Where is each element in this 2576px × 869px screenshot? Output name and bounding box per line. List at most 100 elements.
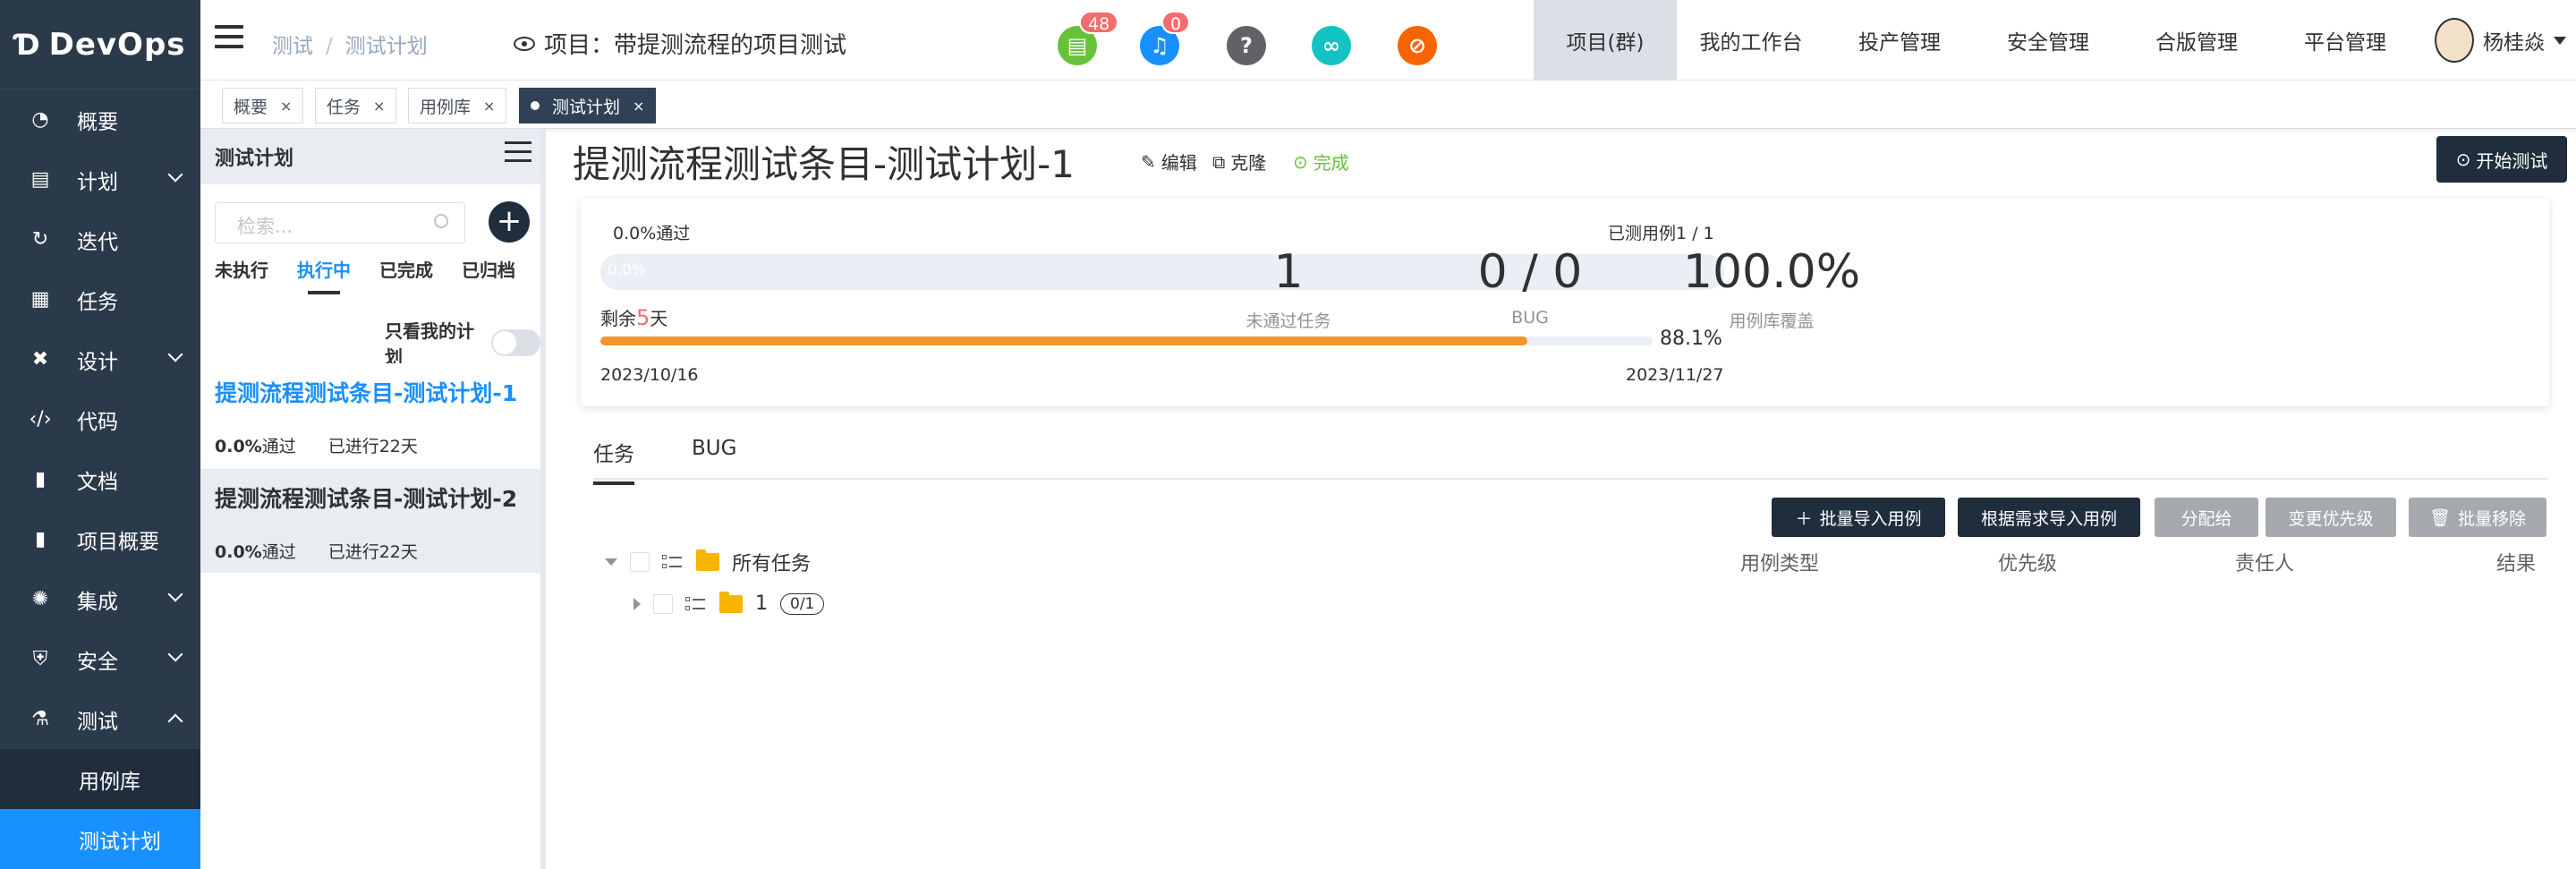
plan-elapsed: 已进行22天: [327, 437, 418, 456]
avatar: [2435, 18, 2474, 63]
menu-icon[interactable]: [505, 141, 531, 168]
add-plan-button[interactable]: +: [489, 201, 530, 243]
design-icon: ✖: [31, 348, 49, 371]
row-checkbox[interactable]: [653, 593, 673, 614]
sidebar-item-label: 任务: [77, 290, 118, 314]
top-nav-item-2[interactable]: 投产管理: [1825, 0, 1974, 81]
plan-status-tabs: 未执行 执行中 已完成 已归档: [215, 256, 515, 294]
plan-tab-1[interactable]: 执行中: [297, 256, 351, 294]
sidebar-item-4[interactable]: ✖ 设计: [0, 329, 200, 389]
edit-label: 编辑: [1160, 152, 1197, 174]
tag-0[interactable]: 概要 ×: [222, 88, 304, 124]
edit-icon: ✎: [1141, 150, 1156, 173]
logo[interactable]: Ɗ DevOps: [0, 0, 200, 89]
clone-label: 克隆: [1230, 152, 1267, 174]
shield-icon: ⛨: [32, 648, 48, 670]
edit-action[interactable]: ✎ 编辑: [1141, 149, 1197, 175]
op-button-label: 变更优先级: [2288, 508, 2374, 529]
close-icon[interactable]: ×: [280, 98, 292, 115]
tree-row-all-tasks[interactable]: 所有任务: [605, 548, 811, 576]
chevron-up-icon: [167, 713, 183, 729]
help-icon[interactable]: ?: [1227, 26, 1266, 65]
caret-right-icon[interactable]: [633, 597, 641, 610]
plan-panel-title: 测试计划: [215, 148, 294, 170]
plan-card[interactable]: 提测流程测试条目-测试计划-2 0.0%通过 已进行22天: [200, 469, 540, 573]
plan-tab-3[interactable]: 已归档: [462, 256, 515, 294]
sidebar-subitem-0[interactable]: 用例库: [0, 749, 200, 809]
op-button-2[interactable]: 分配给: [2155, 498, 2258, 537]
tree-row-folder-1[interactable]: 1 0/1: [633, 591, 825, 615]
sidebar-item-label: 设计: [77, 350, 118, 374]
chevron-down-icon: [167, 166, 183, 183]
sidebar-item-9[interactable]: ⛨ 安全: [0, 629, 200, 689]
copy-icon: ⧉: [1212, 150, 1226, 173]
op-button-4[interactable]: 🗑 批量移除: [2409, 498, 2546, 537]
column-header-3: 结果: [2496, 553, 2537, 575]
sidebar-item-label: 文档: [77, 470, 118, 494]
sidebar-item-1[interactable]: ▤ 计划: [0, 149, 200, 209]
row-checkbox[interactable]: [630, 552, 650, 572]
page-title: 提测流程测试条目-测试计划-1: [573, 142, 1075, 186]
sidebar-item-6[interactable]: ▮ 文档: [0, 449, 200, 509]
close-icon[interactable]: ×: [483, 98, 495, 115]
sidebar-item-5[interactable]: ‹/› 代码: [0, 389, 200, 449]
plan-card-title: 提测流程测试条目-测试计划-1: [215, 380, 518, 406]
plan-search-input[interactable]: 检索...: [215, 202, 465, 243]
tag-1[interactable]: 任务 ×: [315, 88, 397, 124]
plan-card[interactable]: 提测流程测试条目-测试计划-1 0.0%通过 已进行22天: [200, 363, 540, 467]
op-button-label: 批量导入用例: [1819, 508, 1922, 529]
column-header-1: 优先级: [1998, 553, 2058, 575]
complete-action[interactable]: ⊙ 完成: [1293, 149, 1349, 175]
op-button-1[interactable]: 根据需求导入用例: [1958, 498, 2140, 537]
close-icon[interactable]: ×: [373, 98, 385, 115]
column-header-0: 用例类型: [1740, 553, 1820, 575]
content-tab-0[interactable]: 任务: [593, 437, 634, 485]
close-icon[interactable]: ×: [633, 98, 644, 115]
list-icon: [662, 553, 684, 571]
clone-action[interactable]: ⧉ 克隆: [1212, 149, 1266, 175]
top-nav-item-0[interactable]: 项目(群): [1534, 0, 1677, 81]
sidebar-item-2[interactable]: ↻ 迭代: [0, 209, 200, 269]
top-nav-item-1[interactable]: 我的工作台: [1677, 0, 1825, 81]
hamburger-icon[interactable]: [215, 25, 243, 50]
caret-down-icon[interactable]: [605, 558, 617, 566]
sidebar-item-label: 测试: [77, 710, 118, 734]
sidebar-item-0[interactable]: ◔ 概要: [0, 89, 200, 149]
time-progress-bar: [600, 337, 1653, 345]
plan-tab-0[interactable]: 未执行: [215, 256, 268, 294]
sidebar-item-7[interactable]: ▮ 项目概要: [0, 509, 200, 569]
toggle-switch[interactable]: [490, 329, 540, 356]
op-button-0[interactable]: ＋ 批量导入用例: [1772, 498, 1945, 537]
top-nav-item-5[interactable]: 平台管理: [2271, 0, 2419, 81]
start-test-button[interactable]: ⊙ 开始测试: [2436, 136, 2567, 183]
project-selector[interactable]: 项目：带提测流程的项目测试: [514, 27, 846, 60]
sidebar-nav: ◔ 概要 ▤ 计划 ↻ 迭代 ▦ 任务 ✖ 设计 ‹/› 代码 ▮ 文档 ▮ 项目概要 ✺ 集成 ⛨ 安全 ⚗ 测试: [0, 89, 200, 749]
sidebar-item-3[interactable]: ▦ 任务: [0, 269, 200, 329]
plan-icon: ▤: [30, 168, 50, 191]
iteration-icon: ↻: [31, 228, 49, 251]
document-icon: ▮: [34, 468, 47, 490]
mine-only-toggle[interactable]: 只看我的计划: [385, 317, 540, 369]
tag-3[interactable]: 测试计划 ×: [519, 88, 657, 124]
tree-child-label: 1: [755, 592, 768, 615]
link-icon[interactable]: ∞: [1312, 26, 1351, 65]
no-pin-icon[interactable]: ⊘: [1398, 26, 1437, 65]
sidebar-item-8[interactable]: ✺ 集成: [0, 569, 200, 629]
stat-label: BUG: [1511, 308, 1549, 328]
breadcrumb-item-test[interactable]: 测试: [272, 35, 313, 58]
op-button-label: 批量移除: [2458, 508, 2527, 529]
sidebar-subitem-1[interactable]: 测试计划: [0, 809, 200, 869]
check-circle-icon: ⊙: [1293, 150, 1308, 173]
chevron-down-icon: [167, 646, 183, 662]
tag-2[interactable]: 用例库 ×: [408, 88, 507, 124]
plan-tab-2[interactable]: 已完成: [379, 256, 433, 294]
top-nav-item-3[interactable]: 安全管理: [1974, 0, 2122, 81]
content-tab-1[interactable]: BUG: [692, 437, 736, 474]
plan-card-meta: 0.0%通过 已进行22天: [215, 539, 526, 563]
op-button-3[interactable]: 变更优先级: [2266, 498, 2396, 537]
sidebar-item-10[interactable]: ⚗ 测试: [0, 689, 200, 749]
list-icon: [685, 595, 707, 613]
stat-value: 100.0%: [1682, 245, 1861, 299]
user-menu[interactable]: 杨桂焱: [2435, 18, 2566, 63]
top-nav-item-4[interactable]: 合版管理: [2122, 0, 2271, 81]
